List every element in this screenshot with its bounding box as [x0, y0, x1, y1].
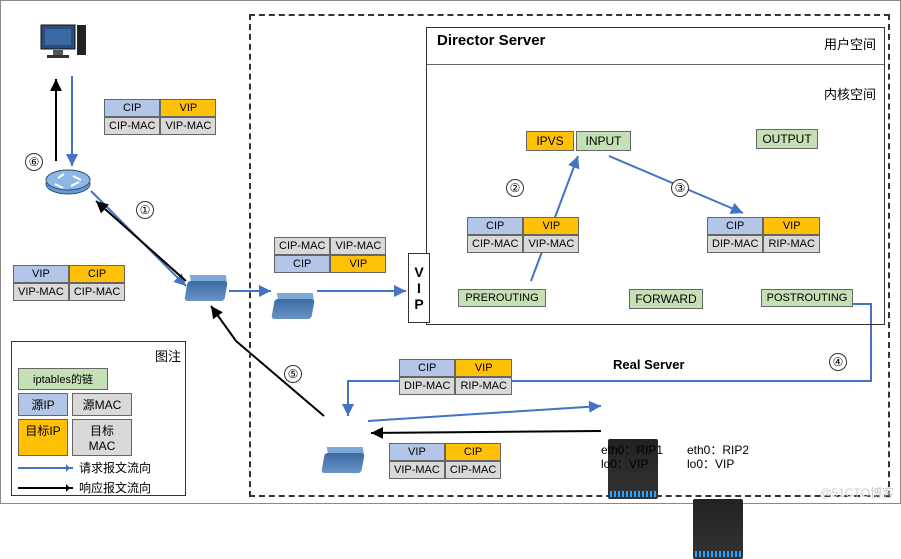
forward-chain: FORWARD — [629, 289, 703, 309]
real-server-2-icon — [693, 499, 743, 559]
legend-src-mac: 源MAC — [72, 393, 132, 416]
legend-req-label: 请求报文流向 — [79, 459, 151, 476]
legend-box: 图注 iptables的链 源IP 源MAC 目标IP 目标MAC 请求报文流向… — [11, 341, 186, 496]
router-icon — [43, 166, 93, 199]
diagram-container: CIP VIP CIP-MAC VIP-MAC VIP CIP VIP-MAC … — [0, 0, 901, 504]
cell-vip: VIP — [389, 443, 445, 461]
cell-cipmac: CIP-MAC — [104, 117, 160, 135]
postrouting-chain: POSTROUTING — [761, 289, 853, 307]
cell-cipmac: CIP-MAC — [445, 461, 501, 479]
legend-dst-mac: 目标MAC — [72, 419, 132, 456]
cell-ripmac: RIP-MAC — [763, 235, 819, 253]
cell-cip: CIP — [467, 217, 523, 235]
rs1-labels: eth0：RIP1 lo0：VIP — [601, 443, 663, 471]
cell-ripmac: RIP-MAC — [455, 377, 511, 395]
client-desktop-icon — [39, 23, 89, 71]
switch-1-icon — [184, 281, 228, 301]
space-divider — [427, 64, 884, 65]
output-chain: OUTPUT — [756, 129, 818, 149]
cell-dipmac: DIP-MAC — [707, 235, 763, 253]
cell-cipmac: CIP-MAC — [69, 283, 125, 301]
cell-vip: VIP — [455, 359, 511, 377]
packet-postrouting: CIP VIP DIP-MAC RIP-MAC — [707, 217, 820, 253]
cell-vipmac: VIP-MAC — [523, 235, 579, 253]
cell-cip: CIP — [104, 99, 160, 117]
rs2-eth: eth0：RIP2 — [687, 443, 749, 457]
cell-vipmac: VIP-MAC — [389, 461, 445, 479]
real-server-title: Real Server — [613, 357, 685, 372]
cell-vipmac: VIP-MAC — [13, 283, 69, 301]
legend-title: 图注 — [16, 346, 181, 365]
step-1: ① — [136, 201, 154, 219]
cell-vip: VIP — [763, 217, 819, 235]
packet-prerouting: CIP VIP CIP-MAC VIP-MAC — [467, 217, 579, 253]
director-box: Director Server 用户空间 内核空间 — [426, 27, 885, 325]
packet-response-1: VIP CIP VIP-MAC CIP-MAC — [13, 265, 125, 301]
packet-client-out: CIP VIP CIP-MAC VIP-MAC — [104, 99, 216, 135]
step-6: ⑥ — [25, 153, 43, 171]
director-title: Director Server — [437, 32, 545, 49]
packet-to-realserver: CIP VIP DIP-MAC RIP-MAC — [399, 359, 512, 395]
cell-vip: VIP — [13, 265, 69, 283]
rs1-eth: eth0：RIP1 — [601, 443, 663, 457]
userspace-label: 用户空间 — [824, 34, 876, 53]
rs1-lo: lo0：VIP — [601, 457, 663, 471]
input-chain: INPUT — [576, 131, 631, 151]
legend-resp-label: 响应报文流向 — [79, 479, 151, 496]
packet-from-realserver: VIP CIP VIP-MAC CIP-MAC — [389, 443, 501, 479]
cell-dipmac: DIP-MAC — [399, 377, 455, 395]
step-4: ④ — [829, 353, 847, 371]
legend-response-flow: 响应报文流向 — [18, 479, 179, 496]
prerouting-chain: PREROUTING — [458, 289, 546, 307]
legend-dst-ip: 目标IP — [18, 419, 68, 456]
cell-cip: CIP — [707, 217, 763, 235]
step-2: ② — [506, 179, 524, 197]
cell-vip: VIP — [160, 99, 216, 117]
step-3: ③ — [671, 179, 689, 197]
legend-chain: iptables的链 — [18, 368, 108, 390]
cell-vipmac: VIP-MAC — [160, 117, 216, 135]
step-5: ⑤ — [284, 365, 302, 383]
vip-interface: VIP — [408, 253, 430, 323]
kernelspace-label: 内核空间 — [824, 84, 876, 103]
vip-interface-label: VIP — [411, 264, 427, 312]
rs2-labels: eth0：RIP2 lo0：VIP — [687, 443, 749, 471]
cell-cipmac: CIP-MAC — [467, 235, 523, 253]
cell-cip: CIP — [69, 265, 125, 283]
ipvs-box: IPVS — [526, 131, 574, 151]
cell-cip: CIP — [399, 359, 455, 377]
rs2-lo: lo0：VIP — [687, 457, 749, 471]
watermark: @51CTO博客 — [819, 484, 894, 501]
legend-request-flow: 请求报文流向 — [18, 459, 179, 476]
legend-src-ip: 源IP — [18, 393, 68, 416]
cell-vip: VIP — [523, 217, 579, 235]
cell-cip: CIP — [445, 443, 501, 461]
